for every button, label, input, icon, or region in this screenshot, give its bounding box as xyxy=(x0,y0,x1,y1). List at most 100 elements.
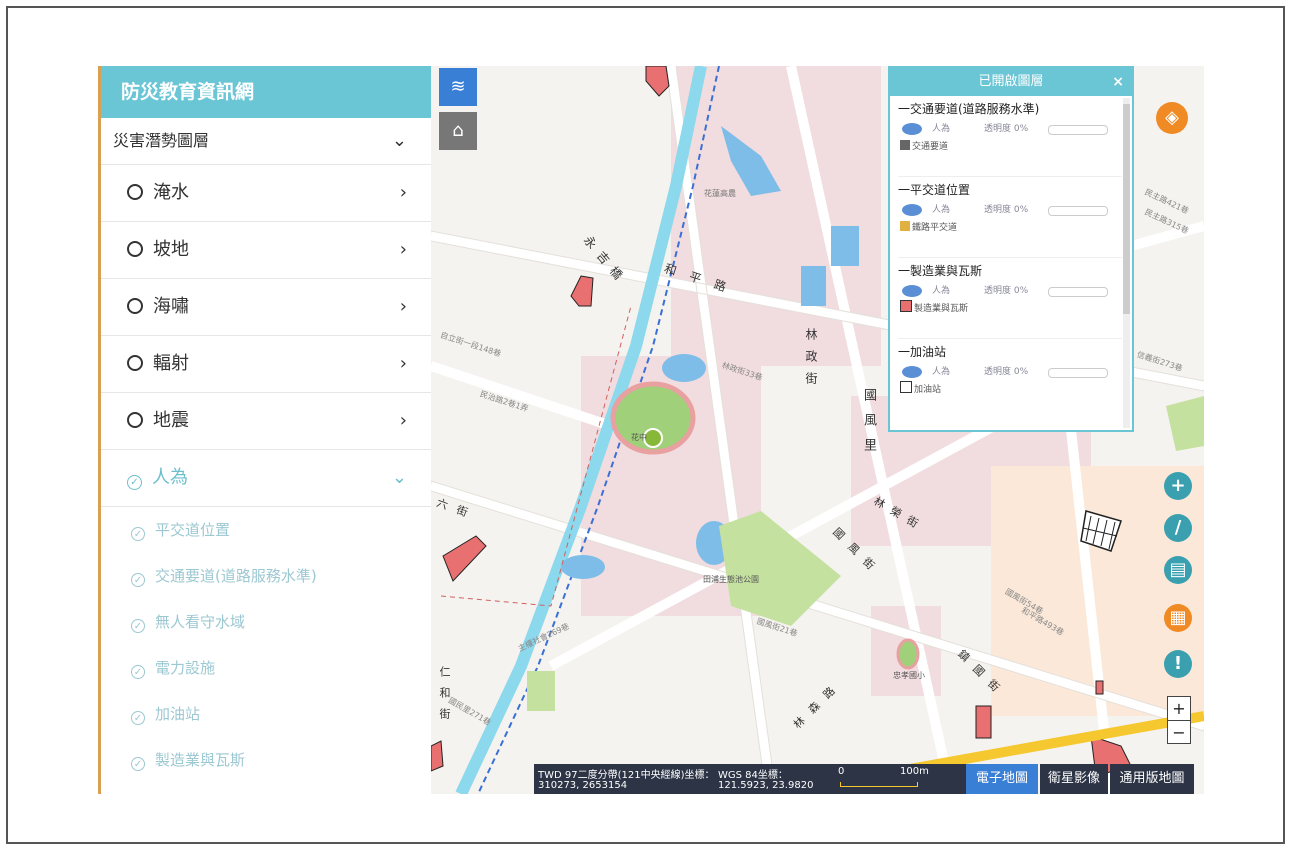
sub-item-label: 平交道位置 xyxy=(155,521,231,539)
layer-item: 一製造業與瓦斯 人為 透明度 0% 製造業與瓦斯 xyxy=(898,260,1122,339)
sub-item-railway-crossing[interactable]: ✓ 平交道位置 xyxy=(101,507,431,553)
poi-label: 花中 xyxy=(631,433,647,442)
check-circle-icon: ✓ xyxy=(131,665,145,679)
chevron-right-icon: › xyxy=(399,182,407,203)
opacity-slider[interactable] xyxy=(1048,206,1108,216)
compass-icon[interactable]: ◈ xyxy=(1156,102,1188,134)
sidebar-item-earthquake[interactable]: 地震 › xyxy=(101,393,431,450)
twd-value: 310273, 2653154 xyxy=(538,780,628,791)
chevron-right-icon: › xyxy=(399,410,407,431)
check-circle-icon: ✓ xyxy=(131,619,145,633)
chevron-right-icon: › xyxy=(399,296,407,317)
plus-circle-icon[interactable]: + xyxy=(1164,472,1192,500)
sidebar-item-label: 海嘯 xyxy=(153,296,189,317)
legend-label: 加油站 xyxy=(914,385,942,395)
coordinate-bar: TWD 97二度分帶(121中央經線)坐標： 310273, 2653154 W… xyxy=(534,764,966,794)
sub-item-label: 交通要道(道路服務水準) xyxy=(155,567,317,585)
sidebar-item-label: 輻射 xyxy=(153,353,189,374)
sidebar-item-flood[interactable]: 淹水 › xyxy=(101,165,431,222)
sub-item-gas-station[interactable]: ✓ 加油站 xyxy=(101,691,431,737)
visibility-label: 人為 xyxy=(932,205,951,215)
legend-label: 製造業與瓦斯 xyxy=(914,304,969,314)
sidebar: 防災教育資訊網 災害潛勢圖層 ⌄ 淹水 › 坡地 › 海嘯 › 輻射 › 地震 … xyxy=(98,66,431,794)
layer-title: 一加油站 xyxy=(898,345,947,359)
poi-label: 忠孝國小 xyxy=(893,671,925,680)
twd-label: TWD 97二度分帶(121中央經線)坐標： xyxy=(538,770,715,781)
print-icon[interactable]: ▤ xyxy=(1164,556,1192,584)
check-circle-icon: ✓ xyxy=(131,757,145,771)
sidebar-item-label: 坡地 xyxy=(153,239,189,260)
sidebar-item-tsunami[interactable]: 海嘯 › xyxy=(101,279,431,336)
poi-label: 田浦生態池公園 xyxy=(703,575,759,584)
info-icon[interactable]: ! xyxy=(1164,650,1192,678)
chevron-down-icon: ⌄ xyxy=(391,467,407,488)
sub-item-label: 加油站 xyxy=(155,705,201,723)
zoom-in-button[interactable]: + xyxy=(1168,697,1190,721)
visibility-label: 人為 xyxy=(932,367,951,377)
calendar-icon[interactable]: ▦ xyxy=(1164,604,1192,632)
check-circle-icon: ✓ xyxy=(127,475,142,490)
eye-icon[interactable] xyxy=(902,285,922,297)
building-icon[interactable]: ⌂ xyxy=(439,112,477,150)
sidebar-item-radiation[interactable]: 輻射 › xyxy=(101,336,431,393)
app-window: 防災教育資訊網 災害潛勢圖層 ⌄ 淹水 › 坡地 › 海嘯 › 輻射 › 地震 … xyxy=(98,66,1204,794)
satellite-button[interactable]: 衛星影像 xyxy=(1040,764,1108,794)
electronic-map-button[interactable]: 電子地圖 xyxy=(966,764,1038,794)
scale-bar xyxy=(840,782,918,787)
layer-title: 一平交道位置 xyxy=(898,183,971,197)
opacity-label: 透明度 0% xyxy=(984,205,1029,215)
zoom-out-button[interactable]: − xyxy=(1168,721,1190,744)
sub-item-label: 電力設施 xyxy=(155,659,216,677)
open-layers-panel: 已開啟圖層 × 一交通要道(道路服務水準) 人為 透明度 0% 交通要道 一平交… xyxy=(888,66,1134,432)
layer-title: 一交通要道(道路服務水準) xyxy=(898,102,1040,116)
eye-icon[interactable] xyxy=(902,204,922,216)
eye-icon[interactable] xyxy=(902,123,922,135)
sub-item-label: 製造業與瓦斯 xyxy=(155,751,246,769)
sub-item-label: 無人看守水域 xyxy=(155,613,246,631)
layer-title: 一製造業與瓦斯 xyxy=(898,264,983,278)
layer-item: 一平交道位置 人為 透明度 0% 鐵路平交道 xyxy=(898,179,1122,258)
check-circle-icon: ✓ xyxy=(131,573,145,587)
sidebar-item-slope[interactable]: 坡地 › xyxy=(101,222,431,279)
sidebar-item-label: 地震 xyxy=(153,410,189,431)
wgs-label: WGS 84坐標： xyxy=(718,770,788,781)
opacity-slider[interactable] xyxy=(1048,287,1108,297)
sidebar-item-human[interactable]: ✓ 人為 ⌄ xyxy=(101,450,431,507)
sidebar-item-label: 淹水 xyxy=(153,182,189,203)
sub-item-unguarded-water[interactable]: ✓ 無人看守水域 xyxy=(101,599,431,645)
scale-end: 100m xyxy=(900,766,929,777)
sub-item-manufacturing[interactable]: ✓ 製造業與瓦斯 xyxy=(101,737,431,783)
radio-icon xyxy=(127,241,143,257)
wgs-value: 121.5923, 23.9820 xyxy=(718,780,814,791)
opacity-slider[interactable] xyxy=(1048,125,1108,135)
opacity-slider[interactable] xyxy=(1048,368,1108,378)
map-label: 林政街 xyxy=(804,328,818,394)
layers-icon[interactable]: ≋ xyxy=(439,68,477,106)
general-map-button[interactable]: 通用版地圖 xyxy=(1110,764,1194,794)
eye-icon[interactable] xyxy=(902,366,922,378)
check-circle-icon: ✓ xyxy=(131,711,145,725)
map-label: 國風里 xyxy=(861,388,876,463)
chevron-right-icon: › xyxy=(399,353,407,374)
sub-item-power[interactable]: ✓ 電力設施 xyxy=(101,645,431,691)
pencil-icon[interactable]: / xyxy=(1164,514,1192,542)
visibility-label: 人為 xyxy=(932,286,951,296)
check-circle-icon: ✓ xyxy=(131,527,145,541)
radio-icon xyxy=(127,412,143,428)
opacity-label: 透明度 0% xyxy=(984,124,1029,134)
legend-swatch xyxy=(900,381,912,393)
legend-label: 交通要道 xyxy=(912,142,949,152)
sidebar-item-label: 人為 xyxy=(152,467,188,488)
sub-item-traffic[interactable]: ✓ 交通要道(道路服務水準) xyxy=(101,553,431,599)
scale-start: 0 xyxy=(838,766,845,777)
legend-swatch xyxy=(900,300,912,312)
scrollbar-thumb[interactable] xyxy=(1123,104,1130,314)
legend-swatch xyxy=(900,221,910,231)
close-icon[interactable]: × xyxy=(1112,68,1124,96)
category-label: 災害潛勢圖層 xyxy=(113,131,210,150)
poi-label: 花蓮高農 xyxy=(704,189,736,198)
opacity-label: 透明度 0% xyxy=(984,286,1029,296)
category-dropdown[interactable]: 災害潛勢圖層 ⌄ xyxy=(101,118,431,165)
sidebar-title: 防災教育資訊網 xyxy=(101,66,431,118)
chevron-down-icon: ⌄ xyxy=(391,130,407,151)
